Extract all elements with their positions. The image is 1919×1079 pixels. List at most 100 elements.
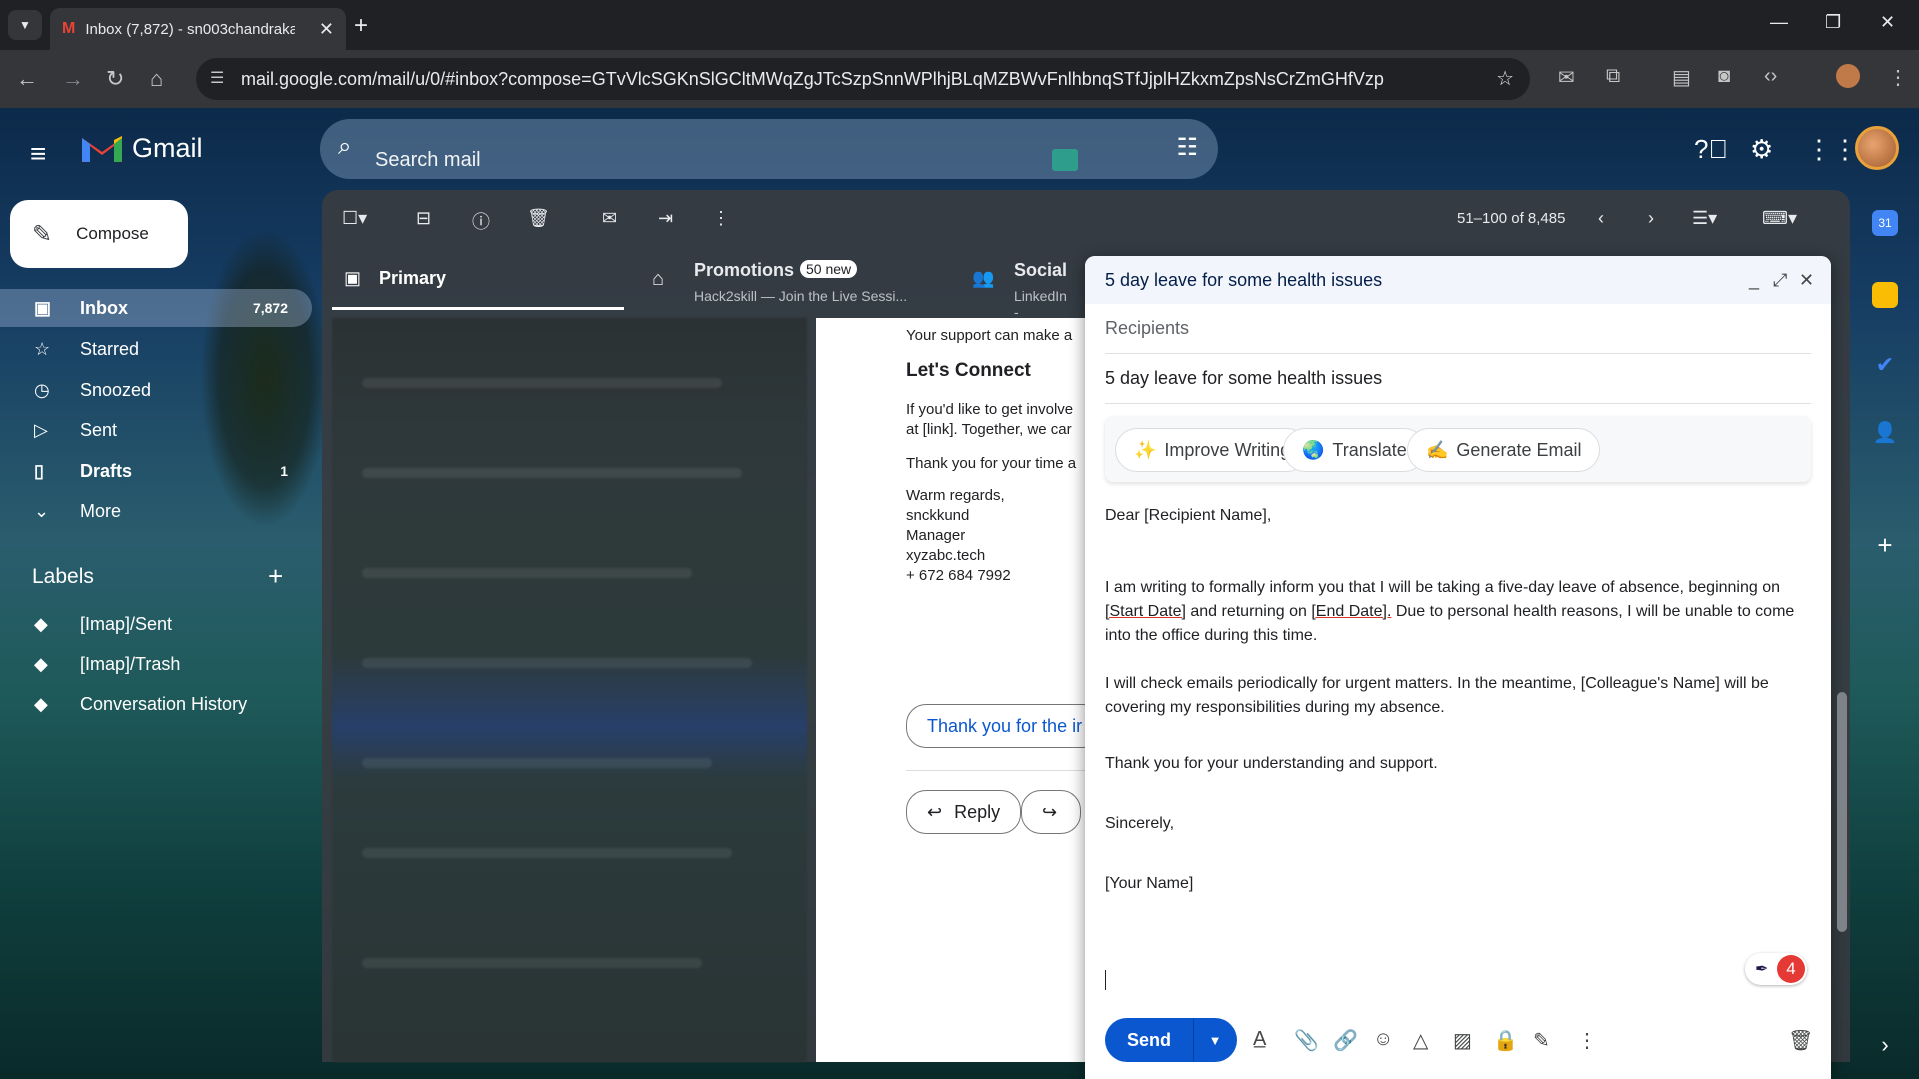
insert-link-icon[interactable]: 🔗 (1333, 1028, 1358, 1053)
compose-button[interactable]: ✎ Compose (10, 200, 188, 268)
text-cursor (1105, 970, 1106, 990)
report-spam-icon[interactable]: ⓘ (472, 208, 490, 234)
calendar-icon[interactable]: 31 (1872, 210, 1898, 236)
gmail-logo-icon[interactable] (80, 132, 124, 164)
devtools-icon[interactable]: ‹› (1764, 65, 1777, 88)
expand-panel-icon[interactable]: › (1872, 1032, 1898, 1058)
search-options-icon[interactable]: ☷ (1176, 133, 1198, 162)
sidebar-item-sent[interactable]: ▷ Sent (0, 411, 312, 449)
chevron-down-icon: ⌄ (34, 500, 50, 521)
forward-icon: ↪ (1042, 801, 1058, 822)
grammar-checker-widget[interactable]: ✒ 4 (1745, 953, 1807, 985)
close-tab-icon[interactable]: ✕ (319, 19, 334, 40)
attach-file-icon[interactable]: 📎 (1294, 1028, 1319, 1053)
add-addon-icon[interactable]: + (1872, 530, 1898, 560)
reading-list-icon[interactable]: ▤ (1672, 65, 1691, 90)
discard-draft-icon[interactable]: 🗑 (1788, 1028, 1813, 1053)
mail-extension-badge-icon[interactable] (1052, 149, 1078, 171)
recipients-field[interactable]: Recipients (1105, 304, 1811, 354)
bookmark-star-icon[interactable]: ☆ (1496, 66, 1514, 91)
sidebar-item-starred[interactable]: ☆ Starred (0, 330, 312, 368)
generate-email-button[interactable]: ✍️ Generate Email (1407, 428, 1601, 472)
sidebar-label-imap-trash[interactable]: ◆ [Imap]/Trash (0, 645, 312, 683)
close-window-icon[interactable]: ✕ (1880, 12, 1895, 33)
more-actions-icon[interactable]: ⋮ (712, 208, 730, 229)
compose-label: Compose (76, 224, 149, 243)
labels-heading: Labels (32, 565, 94, 588)
profile-avatar[interactable] (1836, 64, 1860, 88)
home-icon[interactable]: ⌂ (150, 66, 163, 92)
inbox-count: 7,872 (252, 300, 288, 316)
forward-button[interactable]: ↪ (1021, 790, 1081, 834)
keep-icon[interactable] (1872, 282, 1898, 308)
close-icon[interactable]: ✕ (1799, 270, 1814, 291)
archive-icon[interactable]: ⊟ (416, 208, 431, 229)
drafts-count: 1 (280, 463, 288, 479)
sidebar-item-more[interactable]: ⌄ More (0, 492, 312, 530)
subject-field[interactable]: 5 day leave for some health issues (1105, 354, 1811, 404)
site-info-icon[interactable]: ☰ (210, 68, 224, 88)
sidebar-label-conversation-history[interactable]: ◆ Conversation History (0, 685, 312, 723)
apps-grid-icon[interactable]: ⋮⋮ (1806, 134, 1858, 165)
search-icon[interactable]: ⌕ (338, 133, 351, 161)
clock-icon: ◷ (34, 379, 50, 400)
blurred-email-list (332, 318, 807, 1062)
improve-writing-button[interactable]: ✨ Improve Writing (1115, 428, 1310, 472)
sidebar-label-imap-sent[interactable]: ◆ [Imap]/Sent (0, 605, 312, 643)
label-tag-icon: ◆ (34, 613, 48, 634)
back-icon[interactable]: ← (16, 66, 38, 92)
signature-icon[interactable]: ✎ (1533, 1028, 1550, 1053)
confidential-mode-icon[interactable]: 🔒 (1493, 1028, 1518, 1053)
input-tools-icon[interactable]: ⌨▾ (1762, 208, 1797, 229)
select-checkbox[interactable]: ☐▾ (342, 208, 367, 229)
split-pane-icon[interactable]: ☰▾ (1692, 208, 1717, 229)
next-page-icon[interactable]: › (1648, 208, 1654, 229)
mail-extension-icon[interactable]: ✉ (1558, 65, 1575, 90)
sidebar-item-inbox[interactable]: ▣ Inbox 7,872 (0, 289, 312, 327)
more-options-icon[interactable]: ⋮ (1577, 1028, 1597, 1053)
insert-photo-icon[interactable]: ▨ (1453, 1028, 1472, 1053)
address-bar[interactable]: ☰ mail.google.com/mail/u/0/#inbox?compos… (196, 58, 1530, 100)
account-avatar[interactable] (1855, 126, 1899, 170)
delete-icon[interactable]: 🗑 (527, 208, 550, 229)
search-input[interactable]: Search mail (375, 149, 481, 172)
sidebar-item-drafts[interactable]: ▯ Drafts 1 (0, 452, 312, 490)
schedule-send-dropdown-icon[interactable]: ▼ (1194, 1033, 1236, 1048)
settings-gear-icon[interactable]: ⚙ (1750, 134, 1773, 165)
tasks-icon[interactable]: ✔ (1872, 352, 1898, 378)
scrollbar[interactable] (1837, 692, 1847, 932)
reload-icon[interactable]: ↻ (106, 66, 124, 92)
add-label-icon[interactable]: + (268, 561, 283, 592)
compose-header[interactable]: 5 day leave for some health issues _ ⤢ ✕ (1085, 256, 1831, 304)
new-tab-button[interactable]: + (354, 12, 368, 40)
text-format-icon[interactable]: A̲ (1253, 1028, 1266, 1051)
tab-search-button[interactable]: ▼ (8, 10, 42, 40)
drive-icon[interactable]: △ (1413, 1028, 1428, 1053)
translate-button[interactable]: 🌏 Translate (1283, 428, 1426, 472)
compose-window: 5 day leave for some health issues _ ⤢ ✕… (1085, 256, 1831, 1079)
restore-icon[interactable]: ❐ (1825, 12, 1841, 33)
smart-reply-button[interactable]: Thank you for the ir (906, 704, 1104, 748)
gmail-wordmark: Gmail (132, 133, 203, 163)
browser-menu-icon[interactable]: ⋮ (1888, 65, 1908, 90)
minimize-icon[interactable]: _ (1749, 270, 1759, 291)
previous-page-icon[interactable]: ‹ (1598, 208, 1604, 229)
emoji-icon[interactable]: ☺ (1373, 1028, 1393, 1051)
sidebar-item-snoozed[interactable]: ◷ Snoozed (0, 371, 312, 409)
contacts-icon[interactable]: 👤 (1872, 420, 1898, 446)
send-button[interactable]: Send ▼ (1105, 1018, 1237, 1062)
label-tag-icon: ◆ (34, 693, 48, 714)
browser-tab-gmail[interactable]: M Inbox (7,872) - sn003chandraka ✕ (50, 8, 346, 50)
move-to-icon[interactable]: ⇥ (658, 208, 673, 229)
minimize-icon[interactable]: — (1770, 12, 1788, 33)
help-icon[interactable]: ?⃝ (1694, 134, 1728, 165)
tab-primary[interactable]: ▣ Primary (332, 250, 624, 310)
main-menu-icon[interactable]: ≡ (30, 138, 46, 170)
reply-button[interactable]: ↩ Reply (906, 790, 1022, 834)
search-bar[interactable]: ⌕ Search mail ☷ (320, 119, 1218, 179)
mark-unread-icon[interactable]: ✉ (602, 208, 617, 229)
screenshot-icon[interactable]: ◙ (1718, 65, 1730, 88)
extensions-icon[interactable]: ⧉ (1606, 65, 1620, 88)
forward-icon[interactable]: → (62, 66, 84, 92)
fullscreen-icon[interactable]: ⤢ (1773, 270, 1787, 291)
